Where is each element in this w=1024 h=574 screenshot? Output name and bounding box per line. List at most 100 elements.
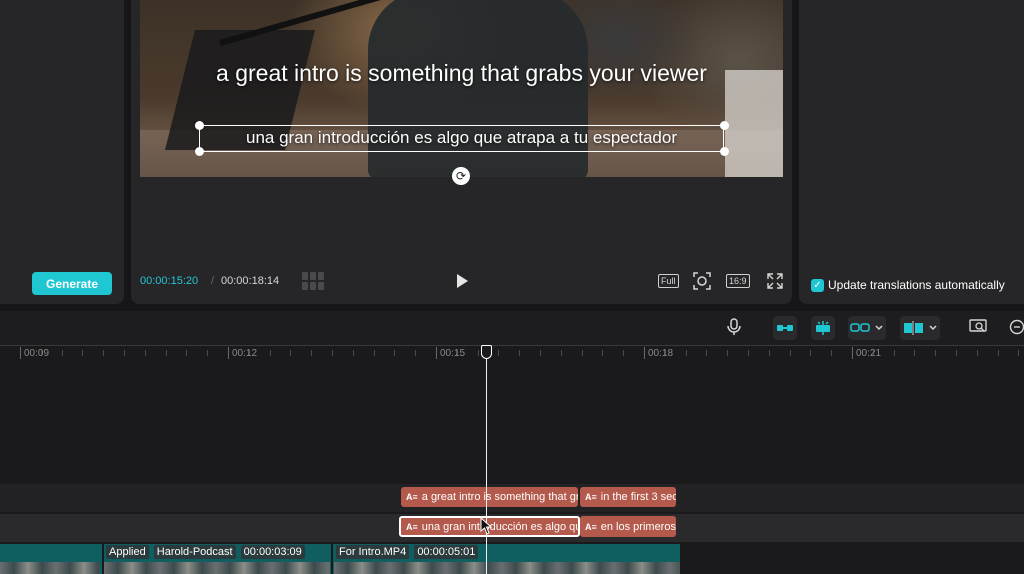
subtitle-spanish[interactable]: una gran introducción es algo que atrapa… xyxy=(199,128,724,148)
total-time: 00:00:18:14 xyxy=(221,275,280,287)
clip-label: en los primeros 3 segundos xyxy=(600,520,676,533)
applied-tag: Applied xyxy=(106,545,149,559)
snap-icon[interactable] xyxy=(811,316,835,340)
ruler-label: 00:09 xyxy=(24,348,50,359)
fullscreen-icon[interactable] xyxy=(767,273,783,289)
current-time: 00:00:15:20 xyxy=(140,275,199,287)
video-clip-label[interactable]: For Intro.MP4 00:00:05:01 xyxy=(336,545,479,559)
ruler-label: 00:12 xyxy=(232,348,258,359)
clip-divider xyxy=(102,544,104,574)
ruler-tick xyxy=(768,350,770,356)
subtitle-english[interactable]: a great intro is something that grabs yo… xyxy=(140,60,783,87)
clip-label: una gran introducción es algo que atrapa xyxy=(421,520,578,533)
ruler-tick xyxy=(748,350,749,356)
ruler-tick xyxy=(20,347,21,359)
text-clip-icon: A≡ xyxy=(585,492,597,502)
ruler-tick xyxy=(727,350,729,356)
ruler-tick xyxy=(207,350,209,356)
clip-label: in the first 3 seconds xyxy=(600,491,676,503)
auto-update-label: Update translations automatically xyxy=(828,278,1005,292)
subtitle-clip[interactable]: A≡ en los primeros 3 segundos xyxy=(580,516,676,537)
aspect-ratio-button[interactable]: 16:9 xyxy=(726,274,750,288)
track-area[interactable] xyxy=(0,365,1024,574)
ruler-tick xyxy=(82,350,84,356)
ruler-tick xyxy=(893,350,895,356)
playhead-line[interactable] xyxy=(486,352,487,574)
generate-button[interactable]: Generate xyxy=(32,272,112,295)
ruler-tick xyxy=(269,350,271,356)
ruler-tick xyxy=(436,347,437,359)
link-icon[interactable] xyxy=(773,316,797,340)
ruler-tick xyxy=(477,350,479,356)
ruler-tick xyxy=(394,350,396,356)
ruler-tick xyxy=(373,350,375,356)
ruler-tick xyxy=(290,350,292,356)
ruler-tick xyxy=(1018,350,1020,356)
left-panel xyxy=(0,0,124,304)
video-thumbnails xyxy=(334,562,680,574)
ruler-tick xyxy=(706,350,708,356)
resize-handle-bottom-right[interactable] xyxy=(720,147,729,156)
preview-search-icon[interactable] xyxy=(969,319,989,335)
resize-handle-bottom-left[interactable] xyxy=(195,147,204,156)
resize-handle-top-left[interactable] xyxy=(195,121,204,130)
text-clip-icon: A≡ xyxy=(406,492,418,502)
ruler-tick xyxy=(685,350,687,356)
grid-icon[interactable] xyxy=(302,272,324,290)
ruler-tick xyxy=(103,350,105,356)
ruler-tick xyxy=(623,350,625,356)
microphone-icon[interactable] xyxy=(726,318,742,336)
ruler-tick xyxy=(498,350,500,356)
cursor-icon xyxy=(480,517,492,535)
rotate-icon[interactable]: ⟳ xyxy=(452,167,470,185)
ruler-tick xyxy=(602,350,604,356)
ruler-tick xyxy=(810,350,812,356)
ruler-tick xyxy=(415,350,417,356)
clip-divider xyxy=(331,544,333,574)
clip-label: a great intro is something that grabs yo… xyxy=(421,491,578,503)
time-separator: / xyxy=(211,275,215,287)
ruler-tick xyxy=(935,350,937,356)
ruler-label: 00:18 xyxy=(648,348,674,359)
ruler-tick xyxy=(519,350,521,356)
ruler-tick xyxy=(852,347,853,359)
ruler-tick xyxy=(976,350,978,356)
video-thumbnails xyxy=(104,562,330,574)
ruler-tick xyxy=(165,350,167,356)
chain-link-icon[interactable] xyxy=(848,316,886,340)
clip-name: For Intro.MP4 xyxy=(336,545,410,559)
ruler-tick xyxy=(560,350,562,356)
playhead-handle[interactable] xyxy=(481,345,492,359)
play-icon[interactable] xyxy=(455,273,469,289)
clip-name: Harold-Podcast xyxy=(153,545,236,559)
ruler-tick xyxy=(124,350,125,356)
resize-handle-top-right[interactable] xyxy=(720,121,729,130)
text-clip-icon: A≡ xyxy=(406,521,418,532)
ruler-label: 00:15 xyxy=(440,348,466,359)
split-preview-icon[interactable] xyxy=(900,316,940,340)
ruler-tick xyxy=(644,347,645,359)
full-quality-button[interactable]: Full xyxy=(658,274,679,288)
auto-update-checkbox[interactable]: ✓ xyxy=(811,279,824,292)
ruler-tick xyxy=(914,350,916,356)
ruler-tick xyxy=(332,350,333,356)
ruler-tick xyxy=(540,350,541,356)
ruler-tick xyxy=(144,350,146,356)
translation-panel xyxy=(799,0,1024,304)
subtitle-clip[interactable]: A≡ in the first 3 seconds xyxy=(580,487,676,507)
video-clip-label[interactable]: Applied Harold-Podcast 00:00:03:09 xyxy=(106,545,305,559)
ruler-tick xyxy=(228,347,229,359)
ruler-tick xyxy=(831,350,833,356)
ruler-tick xyxy=(186,350,188,356)
ruler-tick xyxy=(997,350,999,356)
subtitle-clip[interactable]: A≡ a great intro is something that grabs… xyxy=(401,487,578,507)
video-thumbnails xyxy=(0,562,100,574)
text-clip-icon: A≡ xyxy=(585,521,597,532)
zoom-out-icon[interactable] xyxy=(1009,319,1024,335)
clip-duration: 00:00:03:09 xyxy=(240,545,305,559)
clip-duration: 00:00:05:01 xyxy=(414,545,479,559)
ruler-tick xyxy=(352,350,354,356)
ruler-tick xyxy=(311,350,313,356)
ruler-tick xyxy=(61,350,63,356)
focus-icon[interactable] xyxy=(693,272,711,290)
